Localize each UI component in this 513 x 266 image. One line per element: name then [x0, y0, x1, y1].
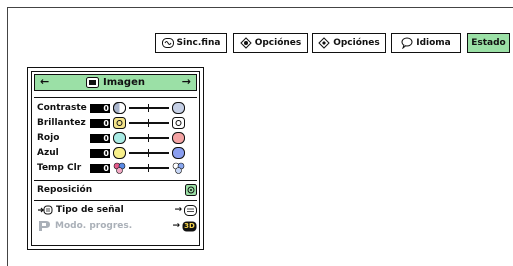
brightness-high-icon — [172, 117, 185, 129]
tab-label: Opciónes — [333, 38, 380, 48]
adjustment-slider[interactable] — [128, 132, 170, 144]
adjustment-value: 0 — [90, 103, 110, 113]
tab-label: Opciónes — [254, 38, 302, 48]
yellow-icon — [113, 147, 126, 159]
speech-bubble-icon — [401, 37, 413, 49]
tab-sinc-fina[interactable]: Sinc.fina — [155, 33, 227, 53]
tab-estado[interactable]: Estado — [467, 33, 510, 53]
signal-type-icon — [38, 205, 53, 215]
adjustment-row-contraste[interactable]: Contraste 0 — [37, 101, 197, 115]
tab-label: Sinc.fina — [176, 38, 221, 48]
adjustment-slider[interactable] — [128, 162, 170, 174]
signal-type-label: Tipo de señal — [56, 205, 124, 215]
adjustment-value: 0 — [90, 118, 110, 128]
image-menu-panel: ← Imagen → Contraste 0 Brillantez 0 Rojo… — [27, 67, 204, 250]
options-icon — [239, 37, 252, 49]
adjustment-value: 0 — [90, 133, 110, 143]
arrow-left-icon[interactable]: ← — [40, 75, 49, 88]
panel-title: Imagen — [103, 77, 145, 88]
progressive-icon — [39, 221, 50, 231]
reset-row[interactable]: Reposición — [37, 183, 197, 197]
panel-titlebar: ← Imagen → — [34, 74, 197, 91]
3d-badge-label: 3D — [184, 221, 195, 230]
divider — [34, 180, 197, 181]
adjustment-value: 0 — [90, 148, 110, 158]
adjustment-list: Contraste 0 Brillantez 0 Rojo 0 Azul 0 T… — [34, 97, 197, 174]
tab-idioma[interactable]: Idioma — [391, 33, 461, 53]
arrow-right-icon: → — [172, 221, 180, 231]
progressive-mode-label: Modo. progres. — [55, 221, 133, 231]
options-icon — [318, 37, 330, 49]
adjustment-row-temp-clr[interactable]: Temp Clr 0 — [37, 161, 197, 175]
color-temp-icon — [113, 162, 126, 174]
divider — [34, 200, 197, 201]
adjustment-row-rojo[interactable]: Rojo 0 — [37, 131, 197, 145]
progressive-mode-row: Modo. progres. → 3D — [37, 219, 197, 233]
adjustment-label: Brillantez — [37, 118, 86, 128]
arrow-right-icon: → — [174, 205, 182, 215]
picture-icon — [86, 77, 100, 88]
tab-label: Estado — [471, 38, 506, 48]
arrow-right-icon[interactable]: → — [182, 75, 191, 88]
brightness-icon — [113, 117, 126, 129]
cyan-icon — [113, 132, 126, 144]
contrast-high-icon — [172, 102, 185, 114]
blue-icon — [172, 147, 185, 159]
adjustment-label: Rojo — [37, 133, 60, 143]
adjustment-slider[interactable] — [128, 147, 170, 159]
adjustment-slider[interactable] — [128, 102, 170, 114]
sync-fine-icon — [161, 38, 174, 48]
signal-type-row[interactable]: Tipo de señal → — [37, 203, 197, 217]
adjustment-label: Contraste — [37, 103, 87, 113]
adjustment-row-brillantez[interactable]: Brillantez 0 — [37, 116, 197, 130]
red-icon — [172, 132, 185, 144]
adjustment-row-azul[interactable]: Azul 0 — [37, 146, 197, 160]
tab-label: Idioma — [416, 38, 451, 48]
adjustment-value: 0 — [90, 163, 110, 173]
tab-opciones-2[interactable]: Opciónes — [312, 33, 386, 53]
3d-badge-icon: 3D — [182, 221, 197, 232]
adjustment-label: Temp Clr — [37, 163, 82, 173]
adjustment-slider[interactable] — [128, 117, 170, 129]
color-temp-high-icon — [172, 162, 185, 174]
tab-opciones-1[interactable]: Opciónes — [233, 33, 308, 53]
reset-label: Reposición — [37, 185, 93, 195]
reset-icon — [185, 184, 197, 196]
submenu-icon — [184, 204, 197, 216]
contrast-icon — [113, 102, 126, 114]
adjustment-label: Azul — [37, 148, 59, 158]
panel-inner: ← Imagen → Contraste 0 Brillantez 0 Rojo… — [31, 71, 200, 246]
